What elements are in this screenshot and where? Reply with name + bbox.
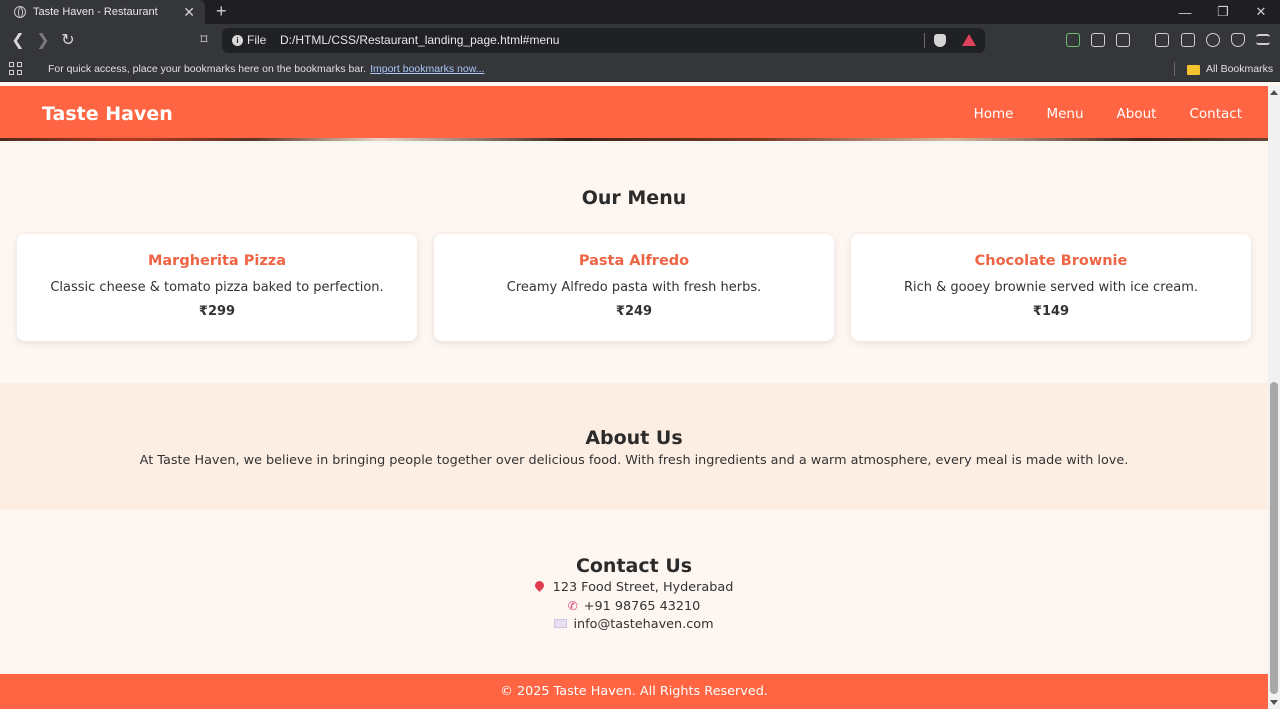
extensions-icon[interactable] xyxy=(1091,33,1105,47)
phone-text: +91 98765 43210 xyxy=(583,599,701,614)
menu-card: Margherita Pizza Classic cheese & tomato… xyxy=(17,234,417,341)
omnibox-divider xyxy=(924,33,925,48)
vpn-icon[interactable] xyxy=(1231,33,1245,47)
envelope-icon xyxy=(554,619,568,628)
contact-title: Contact Us xyxy=(575,555,693,577)
contact-email: info@tastehaven.com xyxy=(0,616,1268,634)
bookmarks-hint-text: For quick access, place your bookmarks h… xyxy=(48,63,367,75)
nav-contact[interactable]: Contact xyxy=(1189,106,1242,122)
contact-section: Contact Us 123 Food Street, Hyderabad ✆ +… xyxy=(0,510,1268,674)
close-tab-icon[interactable]: ✕ xyxy=(183,4,195,21)
menu-item-name: Chocolate Brownie xyxy=(974,253,1128,269)
menu-item-price: ₹299 xyxy=(198,304,236,319)
url-text[interactable]: D:/HTML/CSS/Restaurant_landing_page.html… xyxy=(280,33,559,47)
all-bookmarks-button[interactable]: All Bookmarks xyxy=(1206,63,1273,75)
page-scrollbar[interactable] xyxy=(1268,86,1280,709)
back-icon[interactable]: ❮ xyxy=(8,30,28,50)
screenshot-icon[interactable] xyxy=(1116,33,1130,47)
nav-home[interactable]: Home xyxy=(974,106,1014,122)
brave-rewards-icon[interactable] xyxy=(962,34,976,46)
bookmarks-bar: For quick access, place your bookmarks h… xyxy=(0,57,1280,82)
brave-shields-icon[interactable] xyxy=(934,34,946,47)
restore-icon[interactable]: ❐ xyxy=(1204,0,1242,24)
import-bookmarks-link[interactable]: Import bookmarks now... xyxy=(370,63,484,75)
about-text: At Taste Haven, we believe in bringing p… xyxy=(139,453,1129,468)
menu-title: Our Menu xyxy=(581,187,687,209)
bookmark-icon[interactable]: ⌑ xyxy=(194,30,214,50)
address-bar[interactable]: i File D:/HTML/CSS/Restaurant_landing_pa… xyxy=(222,28,985,53)
address-text: 123 Food Street, Hyderabad xyxy=(552,580,734,595)
menu-item-name: Margherita Pizza xyxy=(147,253,287,269)
menu-item-price: ₹249 xyxy=(615,304,653,319)
scroll-thumb[interactable] xyxy=(1270,382,1278,694)
site-header: Taste Haven Home Menu About Contact xyxy=(0,86,1268,138)
phone-icon: ✆ xyxy=(567,599,578,613)
about-title: About Us xyxy=(585,427,683,449)
main-nav: Home Menu About Contact xyxy=(941,106,1242,122)
menu-icon[interactable] xyxy=(1256,34,1270,45)
menu-card: Pasta Alfredo Creamy Alfredo pasta with … xyxy=(434,234,834,341)
forward-icon[interactable]: ❯ xyxy=(33,30,53,50)
reload-icon[interactable]: ↻ xyxy=(58,30,78,50)
browser-tab[interactable]: Taste Haven - Restaurant ✕ xyxy=(0,0,205,24)
close-window-icon[interactable]: ✕ xyxy=(1242,0,1280,24)
globe-icon xyxy=(14,6,26,18)
menu-item-description: Rich & gooey brownie served with ice cre… xyxy=(903,280,1199,295)
sidebar-icon[interactable] xyxy=(1155,33,1169,47)
about-section: About Us At Taste Haven, we believe in b… xyxy=(0,383,1268,510)
stats-icon[interactable] xyxy=(1066,33,1080,47)
new-tab-button[interactable]: + xyxy=(216,0,230,24)
info-icon[interactable]: i xyxy=(232,35,243,46)
apps-grid-icon[interactable] xyxy=(9,62,23,76)
bookmarks-hint: For quick access, place your bookmarks h… xyxy=(48,63,484,75)
browser-toolbar: ❮ ❯ ↻ ⌑ i File D:/HTML/CSS/Restaurant_la… xyxy=(0,24,1280,57)
menu-item-price: ₹149 xyxy=(1032,304,1070,319)
site-logo[interactable]: Taste Haven xyxy=(42,103,173,125)
footer-text: © 2025 Taste Haven. All Rights Reserved. xyxy=(500,684,768,699)
email-text: info@tastehaven.com xyxy=(573,617,714,632)
menu-section: Our Menu Margherita Pizza Classic cheese… xyxy=(0,141,1268,383)
tab-title: Taste Haven - Restaurant xyxy=(33,6,158,18)
wallet-icon[interactable] xyxy=(1181,33,1195,47)
contact-address: 123 Food Street, Hyderabad xyxy=(0,579,1268,597)
minimize-icon[interactable]: — xyxy=(1166,0,1204,24)
menu-item-name: Pasta Alfredo xyxy=(578,253,690,269)
page-viewport: Taste Haven Home Menu About Contact Our … xyxy=(0,83,1268,709)
scroll-up-icon[interactable] xyxy=(1270,90,1278,95)
site-footer: © 2025 Taste Haven. All Rights Reserved. xyxy=(0,674,1268,709)
nav-about[interactable]: About xyxy=(1117,106,1157,122)
bookmarks-divider xyxy=(1174,62,1175,76)
nav-menu[interactable]: Menu xyxy=(1046,106,1083,122)
scheme-label: File xyxy=(247,33,267,47)
menu-card: Chocolate Brownie Rich & gooey brownie s… xyxy=(851,234,1251,341)
menu-item-description: Classic cheese & tomato pizza baked to p… xyxy=(50,280,384,295)
location-pin-icon xyxy=(532,579,546,592)
leo-ai-icon[interactable] xyxy=(1206,33,1220,47)
scroll-down-icon[interactable] xyxy=(1270,700,1278,705)
contact-phone: ✆ +91 98765 43210 xyxy=(0,597,1268,616)
folder-icon xyxy=(1187,65,1200,75)
browser-tab-bar: Taste Haven - Restaurant ✕ + — ❐ ✕ xyxy=(0,0,1280,24)
menu-item-description: Creamy Alfredo pasta with fresh herbs. xyxy=(506,280,762,295)
